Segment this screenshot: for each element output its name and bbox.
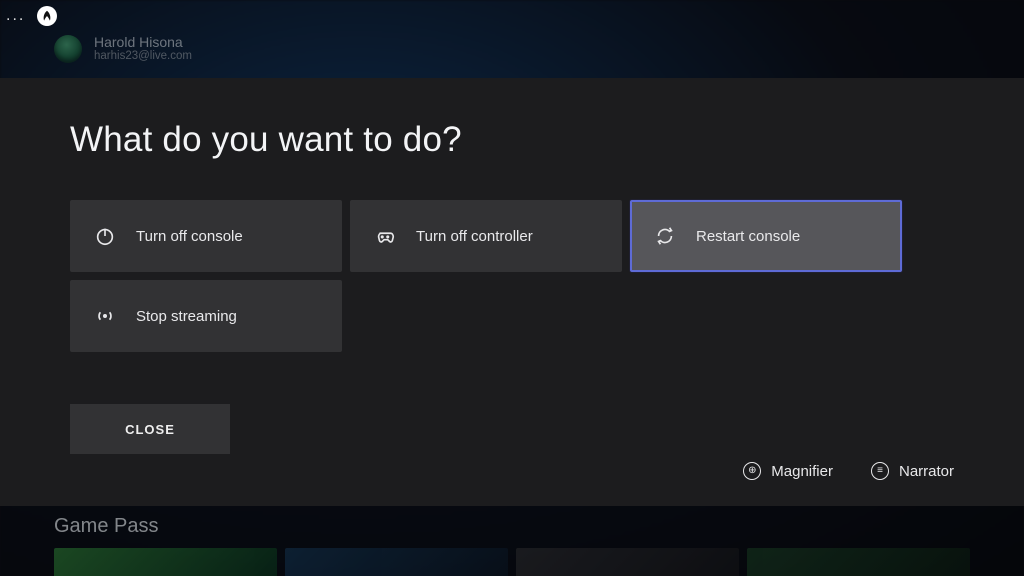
option-label: Turn off controller [416, 228, 533, 245]
restart-icon [654, 225, 676, 247]
option-grid: Turn off console Turn off controller Res… [70, 200, 954, 352]
narrator-button[interactable]: ≡ Narrator [871, 462, 954, 480]
option-label: Restart console [696, 228, 800, 245]
xbox-logo-icon[interactable] [37, 6, 57, 26]
close-button[interactable]: CLOSE [70, 404, 230, 454]
narrator-icon: ≡ [871, 462, 889, 480]
power-menu-dialog: What do you want to do? Turn off console… [0, 78, 1024, 506]
dialog-title: What do you want to do? [70, 120, 954, 160]
restart-console-button[interactable]: Restart console [630, 200, 902, 272]
stream-icon [94, 305, 116, 327]
system-topbar: ... [6, 6, 57, 26]
controller-icon [374, 225, 396, 247]
option-label: Stop streaming [136, 308, 237, 325]
profile-chip[interactable]: Harold Hisona harhis23@live.com [54, 34, 192, 63]
content-tiles [54, 548, 970, 576]
more-menu[interactable]: ... [6, 7, 25, 25]
accessibility-row: ⊕ Magnifier ≡ Narrator [743, 462, 954, 480]
turn-off-controller-button[interactable]: Turn off controller [350, 200, 622, 272]
magnifier-icon: ⊕ [743, 462, 761, 480]
avatar [54, 35, 82, 63]
tile [747, 548, 970, 576]
profile-name: Harold Hisona [94, 34, 192, 50]
turn-off-console-button[interactable]: Turn off console [70, 200, 342, 272]
power-icon [94, 225, 116, 247]
profile-email: harhis23@live.com [94, 50, 192, 63]
tile [285, 548, 508, 576]
magnifier-button[interactable]: ⊕ Magnifier [743, 462, 833, 480]
option-label: Turn off console [136, 228, 243, 245]
stop-streaming-button[interactable]: Stop streaming [70, 280, 342, 352]
tile [54, 548, 277, 576]
magnifier-label: Magnifier [771, 463, 833, 480]
profile-text: Harold Hisona harhis23@live.com [94, 34, 192, 63]
narrator-label: Narrator [899, 463, 954, 480]
tile [516, 548, 739, 576]
game-pass-label: Game Pass [54, 515, 158, 538]
